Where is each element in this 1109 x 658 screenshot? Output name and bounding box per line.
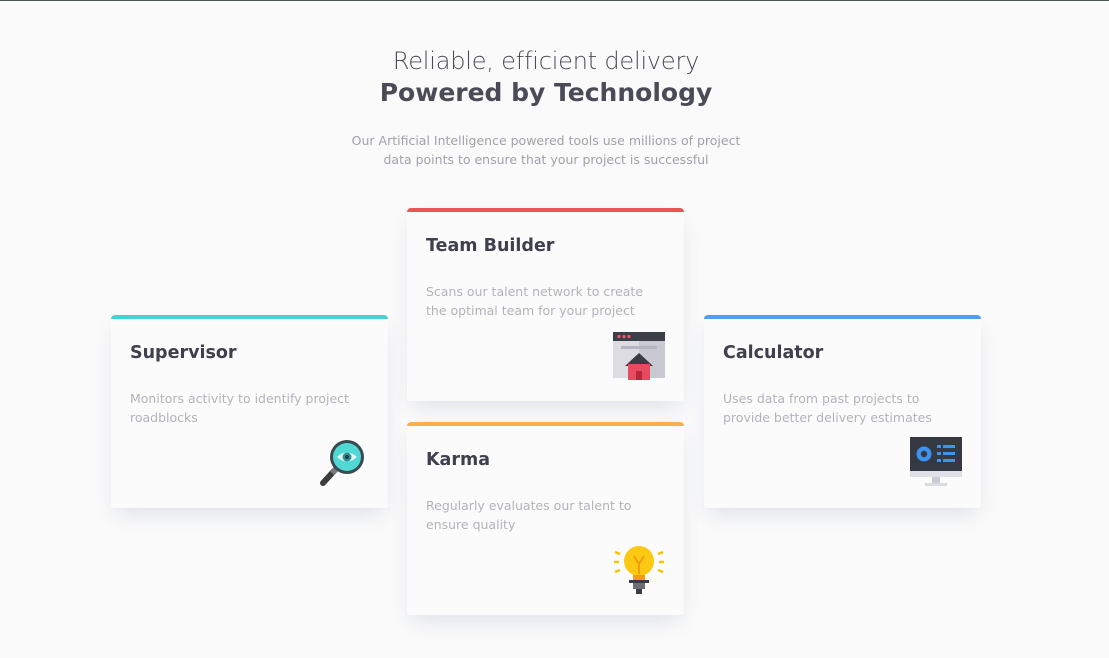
card-description: Uses data from past projects to provide … [723,391,932,425]
feature-card-calculator: Calculator Uses data from past projects … [704,315,981,508]
features-header: Reliable, efficient delivery Powered by … [0,45,1092,169]
browser-home-icon [613,330,665,382]
card-title: Team Builder [426,236,555,256]
lightbulb-icon [613,544,665,596]
card-description: Regularly evaluates our talent to ensure… [426,498,632,532]
card-title: Calculator [723,343,824,363]
card-description: Monitors activity to identify project ro… [130,391,349,425]
monitor-dashboard-icon [910,437,962,489]
feature-card-karma: Karma Regularly evaluates our talent to … [407,422,684,615]
card-description: Scans our talent network to create the o… [426,284,644,318]
card-title: Karma [426,450,491,470]
section-subtitle: Reliable, efficient delivery [392,47,700,75]
feature-card-supervisor: Supervisor Monitors activity to identify… [111,315,388,508]
feature-card-team-builder: Team Builder Scans our talent network to… [407,208,684,401]
section-title: Powered by Technology [379,78,713,107]
card-title: Supervisor [130,343,237,363]
section-intro: Our Artificial Intelligence powered tool… [351,133,741,167]
magnifier-eye-icon [317,437,369,489]
